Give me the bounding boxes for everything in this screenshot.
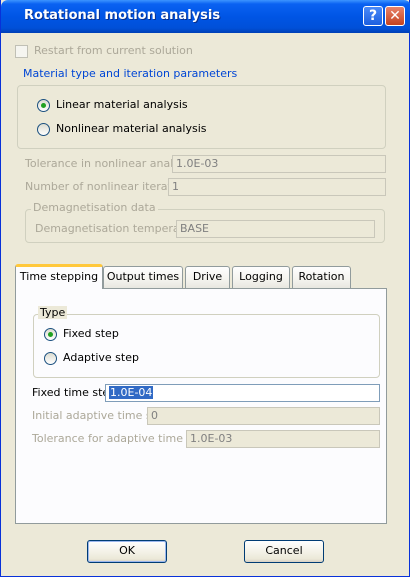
close-button[interactable]: ✕ [385,6,405,26]
tab-rotation[interactable]: Rotation [292,266,351,288]
adaptive-step-radio[interactable] [44,352,57,365]
title-bar[interactable]: Rotational motion analysis ? ✕ [1,0,410,33]
nonlinear-iterations-field[interactable]: 1 [168,178,386,196]
fixed-time-step-value: 1.0E-04 [109,386,154,399]
fixed-step-label: Fixed step [63,327,119,340]
tab-output-times[interactable]: Output times [103,266,183,288]
initial-adaptive-field[interactable]: 0 [147,407,380,425]
help-button[interactable]: ? [363,6,383,26]
fixed-time-step-field[interactable]: 1.0E-04 [105,384,380,402]
tab-time-stepping[interactable]: Time stepping [15,264,103,289]
tolerance-adaptive-field[interactable]: 1.0E-03 [186,430,380,448]
tolerance-adaptive-label: Tolerance for adaptive time step [32,432,211,445]
time-stepping-panel: Type Fixed step Adaptive step Fixed time… [15,288,387,524]
nonlinear-material-label: Nonlinear material analysis [56,122,207,135]
dialog-window: Rotational motion analysis ? ✕ Restart f… [0,0,410,577]
type-group-label: Type [38,306,68,319]
fixed-time-step-label: Fixed time step [32,386,117,399]
tolerance-nonlinear-label: Tolerance in nonlinear analysis [25,157,195,170]
tolerance-nonlinear-field[interactable]: 1.0E-03 [172,155,386,173]
tab-drive[interactable]: Drive [185,266,230,288]
restart-label: Restart from current solution [34,44,193,57]
adaptive-step-label: Adaptive step [63,351,139,364]
material-group-label: Material type and iteration parameters [21,67,240,80]
linear-material-label: Linear material analysis [56,98,188,111]
window-title: Rotational motion analysis [24,8,221,23]
material-radio-group [17,85,386,149]
nonlinear-material-radio[interactable] [37,123,50,136]
cancel-button[interactable]: Cancel [244,540,324,563]
tab-logging[interactable]: Logging [232,266,290,288]
ok-button[interactable]: OK [87,540,167,563]
dialog-body: Restart from current solution Material t… [5,33,407,573]
demag-group-label: Demagnetisation data [31,201,158,214]
type-radio-group [33,314,380,378]
fixed-step-radio[interactable] [44,328,57,341]
restart-checkbox[interactable] [15,45,28,58]
linear-material-radio[interactable] [37,99,50,112]
demag-temp-field[interactable]: BASE [176,220,375,238]
